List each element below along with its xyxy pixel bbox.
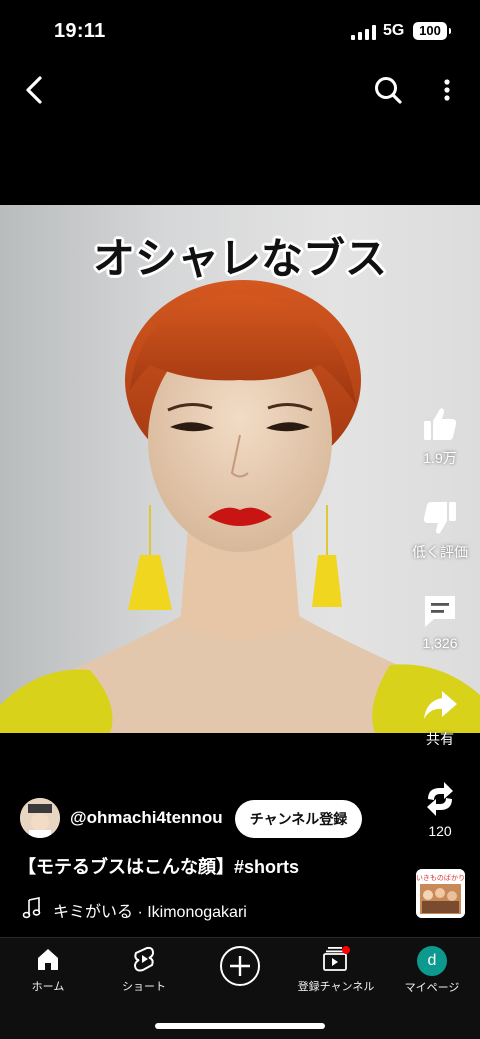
chevron-left-icon: [26, 76, 42, 104]
remix-count: 120: [428, 823, 452, 839]
nav-home[interactable]: ホーム: [0, 946, 96, 994]
share-label: 共有: [426, 731, 454, 747]
search-button[interactable]: [370, 72, 406, 108]
signal-icon: [351, 25, 376, 40]
comment-icon: [425, 596, 455, 627]
channel-avatar[interactable]: [20, 798, 60, 838]
bottom-nav: ホーム ショート 登録チャンネル d マイページ: [0, 937, 480, 1039]
comments-button[interactable]: 1,326: [400, 591, 480, 651]
create-icon: [220, 946, 260, 986]
nav-subscriptions-label: 登録チャンネル: [297, 981, 375, 993]
nav-shorts[interactable]: ショート: [96, 946, 192, 994]
home-indicator: [155, 1023, 325, 1029]
network-type: 5G: [383, 22, 405, 39]
like-button[interactable]: 1.9万: [400, 404, 480, 468]
nav-home-label: ホーム: [31, 981, 65, 993]
more-vertical-icon: [444, 79, 450, 101]
nav-you-label: マイページ: [404, 982, 460, 994]
remix-button[interactable]: 120: [400, 779, 480, 839]
channel-avatar-image: [20, 798, 60, 838]
more-options-button[interactable]: [432, 72, 462, 108]
nav-shorts-label: ショート: [122, 981, 166, 993]
home-icon: [38, 949, 58, 970]
share-button[interactable]: 共有: [400, 685, 480, 749]
like-count: 1.9万: [423, 450, 457, 466]
album-art-title: いきものばかり: [416, 873, 465, 882]
remix-icon: [427, 782, 453, 816]
dislike-button[interactable]: 低く評価: [400, 498, 480, 562]
video-player[interactable]: オシャレなブス: [0, 205, 480, 733]
dislike-label: 低く評価: [412, 544, 468, 560]
create-button[interactable]: [192, 944, 288, 988]
album-art-image: いきものばかり: [416, 869, 465, 918]
thumbs-down-icon: [423, 502, 456, 534]
comment-count: 1,326: [422, 635, 458, 651]
status-bar: 19:11 5G 100: [0, 0, 480, 62]
music-note-icon: [22, 897, 41, 919]
subscribe-button[interactable]: チャンネル登録: [235, 800, 362, 838]
avatar: d: [417, 946, 447, 976]
status-time: 19:11: [54, 20, 106, 42]
search-icon: [375, 77, 402, 104]
thumbs-up-icon: [424, 408, 457, 440]
back-button[interactable]: [18, 72, 54, 108]
short-title[interactable]: 【モテるブスはこんな顔】#shorts: [18, 853, 299, 879]
battery-icon: 100: [413, 22, 451, 40]
channel-handle[interactable]: @ohmachi4tennou: [70, 808, 223, 828]
nav-subscriptions[interactable]: 登録チャンネル: [288, 946, 384, 994]
music-album-thumbnail[interactable]: いきものばかり: [416, 869, 465, 918]
share-icon: [424, 691, 457, 719]
nav-you[interactable]: d マイページ: [384, 946, 480, 995]
shorts-icon: [133, 946, 155, 972]
video-caption: オシャレなブス: [92, 234, 387, 283]
subscriptions-icon: [323, 946, 350, 971]
music-track[interactable]: キミがいる · Ikimonogakari: [53, 898, 247, 922]
